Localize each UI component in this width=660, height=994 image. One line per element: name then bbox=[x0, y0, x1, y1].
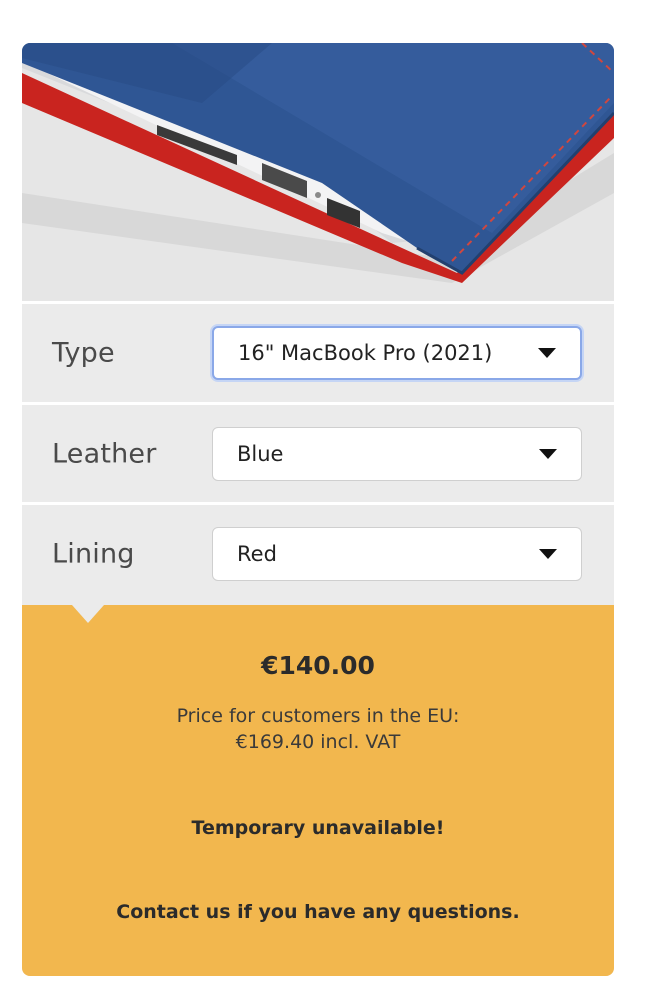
option-row-type: Type 16" MacBook Pro (2021) bbox=[22, 304, 614, 402]
caret-down-icon bbox=[539, 449, 557, 459]
caret-down-icon bbox=[539, 549, 557, 559]
price-panel: €140.00 Price for customers in the EU: €… bbox=[22, 605, 614, 976]
option-label-leather: Leather bbox=[52, 438, 157, 470]
eu-price-note: Price for customers in the EU: bbox=[176, 705, 460, 727]
option-row-leather: Leather Blue bbox=[22, 405, 614, 503]
option-label-type: Type bbox=[52, 337, 115, 369]
lining-select-value: Red bbox=[237, 542, 277, 566]
option-row-lining: Lining Red bbox=[22, 505, 614, 603]
option-label-lining: Lining bbox=[52, 538, 135, 570]
type-select[interactable]: 16" MacBook Pro (2021) bbox=[212, 326, 582, 380]
leather-select-value: Blue bbox=[237, 442, 284, 466]
panel-notch bbox=[72, 605, 104, 623]
product-photo bbox=[22, 43, 614, 301]
laptop-sleeve-photo-icon bbox=[22, 43, 614, 301]
contact-note: Contact us if you have any questions. bbox=[116, 901, 520, 923]
leather-select[interactable]: Blue bbox=[212, 427, 582, 481]
eu-price-incl-vat: €169.40 incl. VAT bbox=[235, 731, 401, 753]
lining-select[interactable]: Red bbox=[212, 527, 582, 581]
product-configurator-card: Type 16" MacBook Pro (2021) Leather Blue… bbox=[22, 43, 614, 976]
caret-down-icon bbox=[538, 348, 556, 358]
type-select-value: 16" MacBook Pro (2021) bbox=[238, 341, 493, 365]
price: €140.00 bbox=[261, 651, 375, 680]
availability-status: Temporary unavailable! bbox=[191, 817, 445, 839]
